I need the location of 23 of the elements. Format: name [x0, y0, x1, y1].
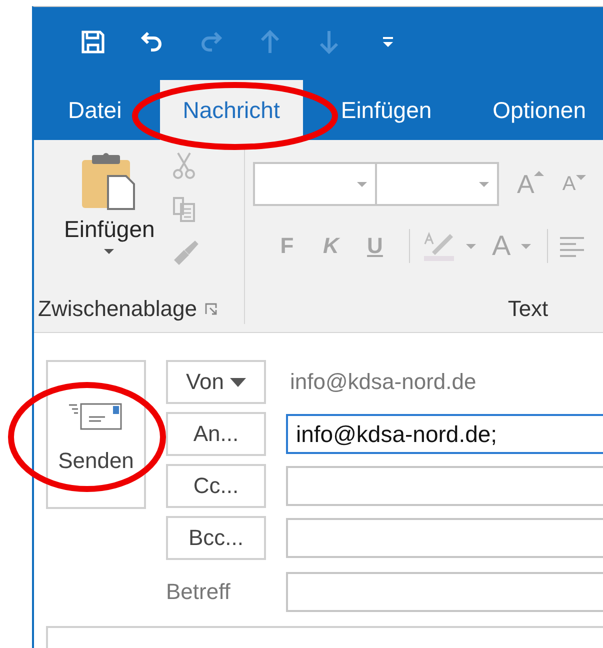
recipient-button[interactable]: An... — [166, 412, 266, 456]
ribbon-tab[interactable]: Einfügen — [318, 80, 455, 140]
send-button[interactable]: Senden — [46, 360, 146, 509]
subject-label: Betreff — [166, 579, 232, 605]
ribbon-tab[interactable]: Datei — [45, 80, 145, 140]
align-icon[interactable] — [560, 235, 584, 257]
ribbon-tab[interactable]: Optionen — [470, 80, 603, 140]
sender-address: info@kdsa-nord.de — [289, 369, 476, 395]
from-button[interactable]: Von — [166, 360, 266, 404]
recipient-field[interactable]: info@kdsa-nord.de; — [286, 414, 603, 454]
highlighter-icon[interactable] — [422, 230, 456, 262]
recipient-field[interactable] — [286, 518, 603, 558]
recipient-field[interactable] — [286, 466, 603, 506]
group-label: Text — [508, 296, 548, 322]
subject-field[interactable] — [286, 572, 603, 612]
recipient-button[interactable]: Bcc... — [166, 516, 266, 560]
save-icon[interactable] — [80, 29, 106, 55]
font-size-field[interactable] — [377, 162, 499, 206]
group-label: Zwischenablage — [38, 296, 197, 322]
recipient-button[interactable]: Cc... — [166, 464, 266, 508]
paste-button[interactable]: Einfügen — [34, 146, 163, 294]
font-name-field[interactable] — [253, 162, 377, 206]
dialog-launcher-icon[interactable] — [204, 303, 217, 315]
